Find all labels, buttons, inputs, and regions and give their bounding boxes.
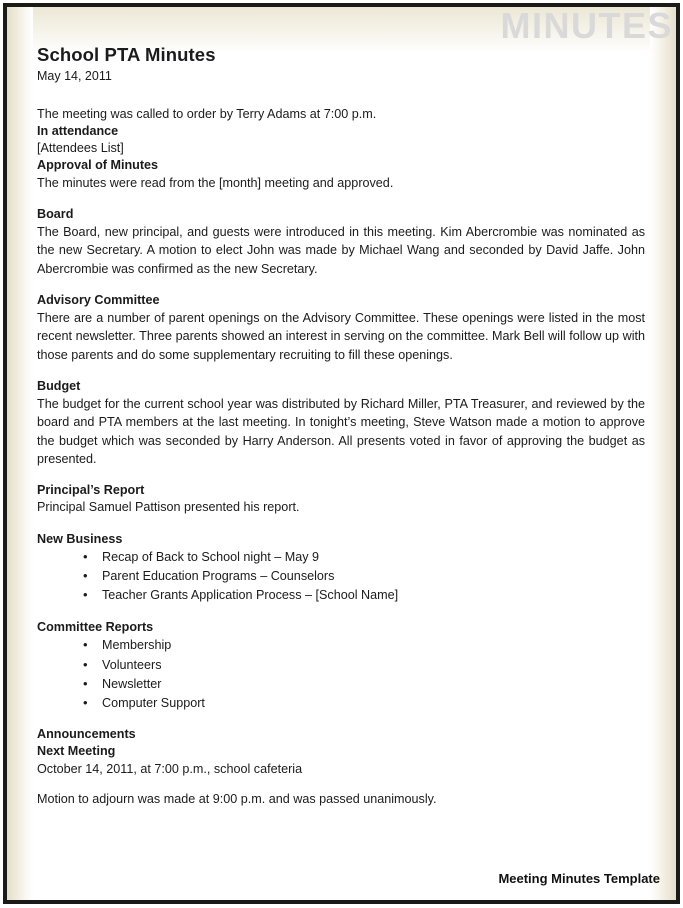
section-heading-budget: Budget	[37, 378, 81, 393]
section-heading-board: Board	[37, 206, 74, 221]
section-heading-committee-reports: Committee Reports	[37, 620, 154, 635]
section-heading-advisory-committee: Advisory Committee	[37, 292, 160, 307]
new-business-list: Recap of Back to School night – May 9 Pa…	[37, 547, 645, 605]
next-meeting-details: October 14, 2011, at 7:00 p.m., school c…	[37, 761, 303, 776]
document-body: School PTA Minutes May 14, 2011 The meet…	[37, 44, 645, 808]
document-page: MINUTES School PTA Minutes May 14, 2011 …	[0, 0, 683, 908]
page-title: School PTA Minutes	[37, 44, 216, 65]
attendees-list-placeholder: [Attendees List]	[37, 141, 124, 156]
section-body-principals-report: Principal Samuel Pattison presented his …	[37, 500, 300, 515]
left-gradient-wash	[7, 7, 33, 900]
footer-template-label: Meeting Minutes Template	[498, 871, 660, 886]
list-item: Parent Education Programs – Counselors	[83, 566, 645, 586]
page-border-left	[3, 3, 7, 904]
section-body-advisory-committee: There are a number of parent openings on…	[37, 311, 645, 362]
page-border-bottom	[3, 900, 680, 904]
announcements-heading: Announcements	[37, 727, 136, 741]
section-heading-principals-report: Principal’s Report	[37, 483, 145, 498]
minutes-watermark: MINUTES	[500, 5, 673, 46]
list-item: Membership	[83, 635, 645, 655]
list-item: Volunteers	[83, 655, 645, 675]
document-date: May 14, 2011	[37, 69, 112, 84]
page-border-right	[676, 3, 680, 904]
section-body-budget: The budget for the current school year w…	[37, 397, 645, 466]
approval-of-minutes-heading: Approval of Minutes	[37, 158, 159, 173]
motion-to-adjourn-text: Motion to adjourn was made at 9:00 p.m. …	[37, 791, 437, 806]
right-gradient-wash	[650, 7, 676, 900]
list-item: Recap of Back to School night – May 9	[83, 547, 645, 567]
approval-of-minutes-text: The minutes were read from the [month] m…	[37, 175, 394, 190]
committee-reports-list: Membership Volunteers Newsletter Compute…	[37, 635, 645, 713]
section-body-board: The Board, new principal, and guests wer…	[37, 225, 645, 276]
list-item: Teacher Grants Application Process – [Sc…	[83, 585, 645, 605]
meeting-called-to-order-text: The meeting was called to order by Terry…	[37, 106, 377, 121]
list-item: Newsletter	[83, 674, 645, 694]
in-attendance-heading: In attendance	[37, 123, 119, 138]
next-meeting-heading: Next Meeting	[37, 744, 116, 759]
list-item: Computer Support	[83, 693, 645, 713]
section-heading-new-business: New Business	[37, 531, 123, 546]
